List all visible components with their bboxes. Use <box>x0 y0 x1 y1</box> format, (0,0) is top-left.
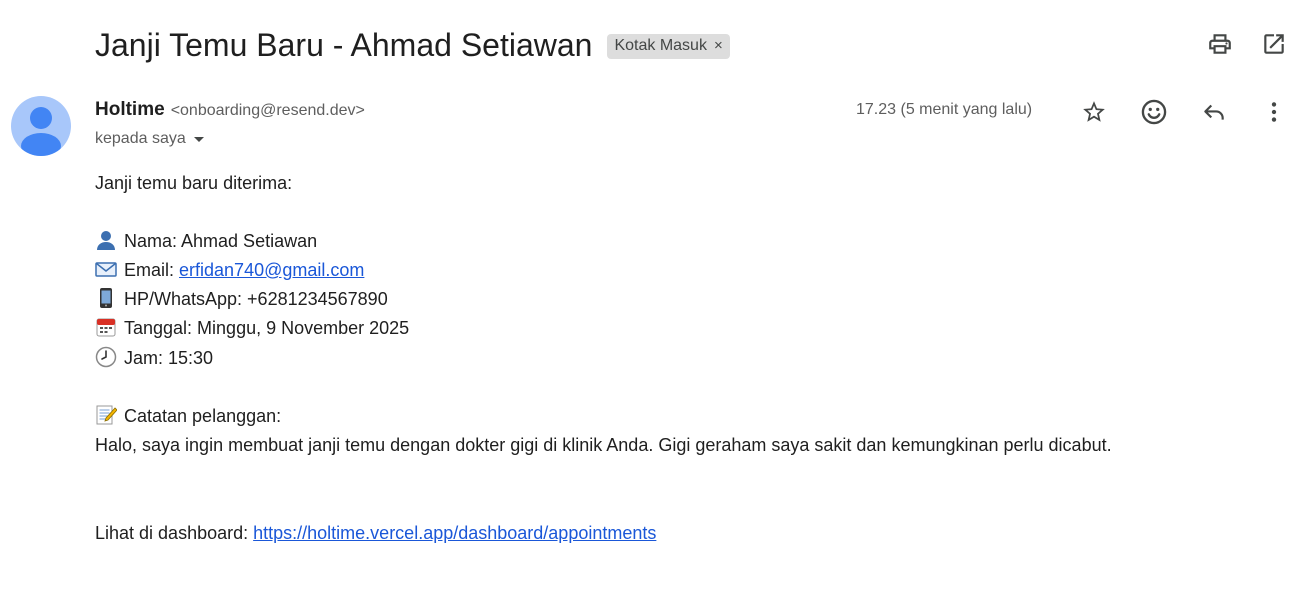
dashboard-link[interactable]: https://holtime.vercel.app/dashboard/app… <box>253 523 656 543</box>
more-vert-icon[interactable] <box>1259 97 1289 127</box>
name-text: Nama: Ahmad Setiawan <box>124 231 318 251</box>
time-text: Jam: 15:30 <box>124 348 214 368</box>
sender-name[interactable]: Holtime <box>95 99 165 121</box>
email-line: Email: erfidan740@gmail.com <box>95 258 364 282</box>
person-icon <box>97 231 115 250</box>
print-icon[interactable] <box>1206 30 1234 58</box>
caret-down-icon <box>193 136 204 142</box>
dashboard-line: Lihat di dashboard: https://holtime.verc… <box>95 521 656 545</box>
email-label: Email: <box>124 260 180 280</box>
notes-label-line: Catatan pelanggan: <box>95 404 281 428</box>
phone-text: HP/WhatsApp: +6281234567890 <box>124 289 388 309</box>
sender-row: Holtime <onboarding@resend.dev> <box>95 99 365 121</box>
email-icon <box>95 262 117 277</box>
customer-email-link[interactable]: erfidan740@gmail.com <box>179 260 364 280</box>
calendar-icon <box>96 318 116 337</box>
memo-icon <box>96 405 117 425</box>
star-icon[interactable] <box>1079 97 1109 127</box>
recipient-details-toggle[interactable]: kepada saya <box>95 130 204 148</box>
label-chip-inbox[interactable]: Kotak Masuk × <box>607 33 730 59</box>
subject-row: Janji Temu Baru - Ahmad Setiawan Kotak M… <box>95 24 730 66</box>
dashboard-label: Lihat di dashboard: <box>95 523 254 543</box>
time-line: Jam: 15:30 <box>95 346 213 370</box>
email-timestamp: 17.23 (5 menit yang lalu) <box>856 101 1033 118</box>
sender-avatar[interactable] <box>11 96 71 156</box>
remove-label-icon[interactable]: × <box>714 37 723 54</box>
recipient-text: kepada saya <box>95 130 186 147</box>
date-line: Tanggal: Minggu, 9 November 2025 <box>95 316 409 340</box>
notes-label: Catatan pelanggan: <box>124 406 282 426</box>
phone-line: HP/WhatsApp: +6281234567890 <box>95 287 388 311</box>
mobile-phone-icon <box>100 288 112 308</box>
email-subject: Janji Temu Baru - Ahmad Setiawan <box>95 27 593 63</box>
date-text: Tanggal: Minggu, 9 November 2025 <box>124 318 410 338</box>
name-line: Nama: Ahmad Setiawan <box>95 229 317 253</box>
label-chip-text: Kotak Masuk <box>614 36 707 54</box>
reply-icon[interactable] <box>1199 97 1229 127</box>
sender-email: <onboarding@resend.dev> <box>170 102 365 119</box>
emoji-icon[interactable] <box>1139 97 1169 127</box>
intro-text: Janji temu baru diterima: <box>95 173 293 193</box>
notes-text: Halo, saya ingin membuat janji temu deng… <box>95 435 1112 455</box>
open-in-new-window-icon[interactable] <box>1260 30 1288 58</box>
clock-icon <box>95 346 117 368</box>
